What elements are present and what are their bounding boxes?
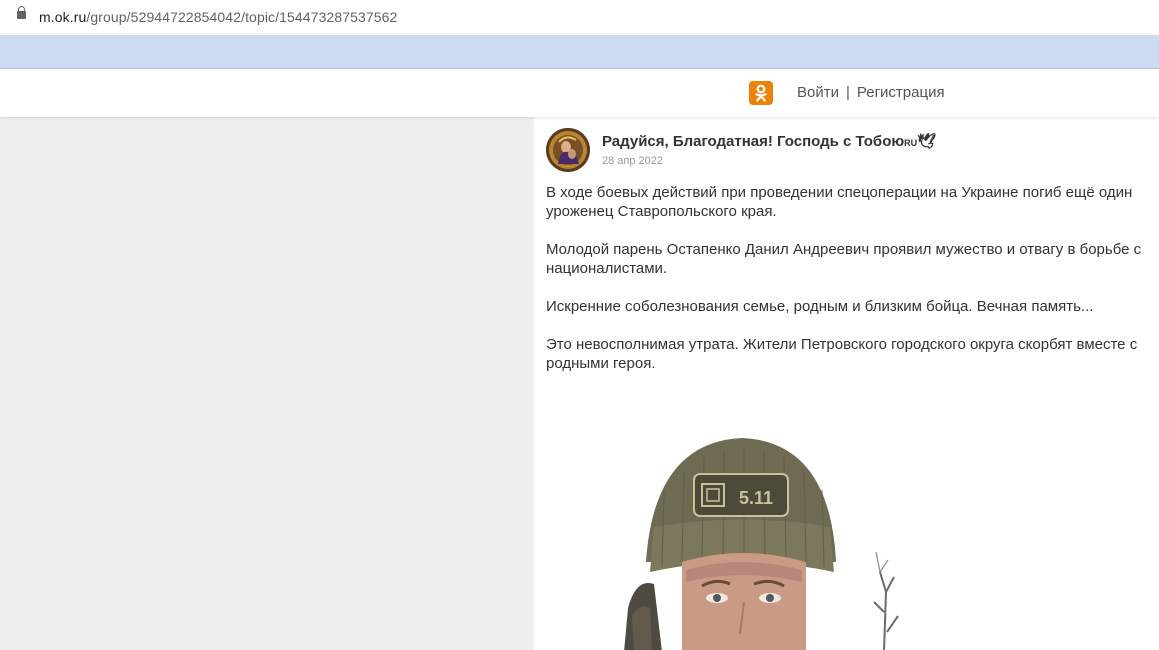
post-paragraph: Это невосполнимая утрата. Жители Петровс… — [546, 336, 1138, 372]
post-paragraph: В ходе боевых действий при проведении сп… — [546, 184, 1133, 220]
post-date: 28 апр 2022 — [602, 155, 664, 167]
site-header: Войти | Регистрация — [0, 69, 1159, 117]
icon-avatar-image — [546, 128, 590, 172]
login-link[interactable]: Войти — [797, 84, 839, 101]
soldier-photo-image: 5.11 — [584, 402, 904, 650]
group-avatar[interactable] — [546, 128, 590, 172]
group-title-text: Радуйся, Благодатная! Господь с Тобою — [602, 133, 905, 150]
auth-links: Войти | Регистрация — [797, 84, 945, 101]
lock-icon[interactable] — [17, 6, 26, 19]
register-link[interactable]: Регистрация — [857, 84, 945, 101]
group-title[interactable]: Радуйся, Благодатная! Господь с ТобоюRU🕊 — [602, 132, 936, 150]
url-path: /group/52944722854042/topic/154473287537… — [86, 9, 398, 25]
browser-address-bar: m.ok.ru/group/52944722854042/topic/15447… — [0, 0, 1159, 35]
post-text: В ходе боевых действий при проведении сп… — [546, 183, 1151, 392]
post-paragraph: Молодой парень Остапенко Данил Андреевич… — [546, 241, 1142, 277]
browser-infobar — [0, 35, 1159, 69]
left-empty-panel — [0, 117, 534, 650]
url-host: m.ok.ru — [39, 9, 87, 25]
group-title-suffix: RU — [904, 138, 918, 148]
photo-patch-text: 5.11 — [739, 488, 773, 508]
dove-emoji: 🕊 — [917, 133, 937, 150]
odnoklassniki-icon[interactable] — [749, 81, 773, 105]
auth-separator: | — [845, 84, 850, 101]
url-field[interactable]: m.ok.ru/group/52944722854042/topic/15447… — [39, 9, 397, 25]
topic-content: Радуйся, Благодатная! Господь с ТобоюRU🕊… — [534, 117, 1159, 650]
post-paragraph: Искренние соболезнования семье, родным и… — [546, 298, 1094, 315]
post-photo[interactable]: 5.11 — [584, 402, 904, 650]
